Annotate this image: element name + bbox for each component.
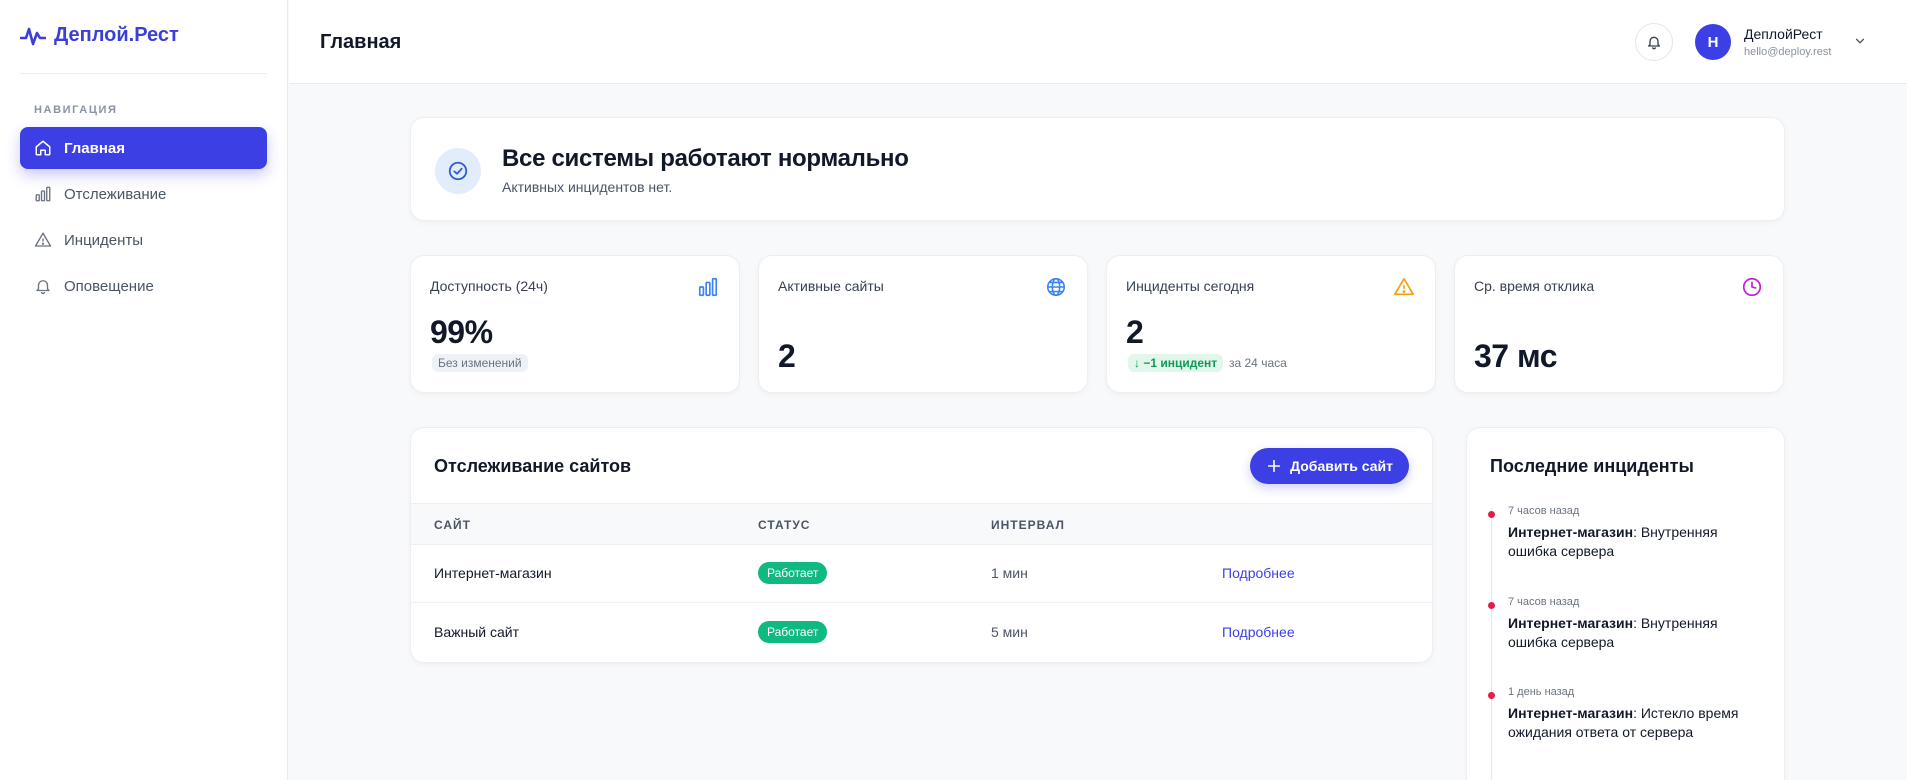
stat-period: за 24 часа (1229, 356, 1287, 370)
stat-delta: ↓ −1 инцидент (1128, 354, 1224, 372)
check-circle-icon (448, 161, 468, 181)
add-site-button[interactable]: Добавить сайт (1250, 448, 1409, 484)
status-banner: Все системы работают нормально Активных … (410, 117, 1785, 221)
interval-value: 5 мин (991, 624, 1028, 640)
status-badge: Работает (758, 562, 828, 584)
incident-dot (1488, 511, 1495, 518)
brand-name: Деплой.Рест (54, 24, 179, 46)
monitoring-card: Отслеживание сайтов Добавить сайт САЙТ С… (410, 427, 1433, 663)
stat-value: 99% (430, 314, 493, 350)
sidebar-item-label: Инциденты (64, 231, 144, 249)
interval-value: 1 мин (991, 565, 1028, 581)
warning-icon (34, 232, 52, 247)
warning-icon (1394, 277, 1414, 296)
monitoring-title: Отслеживание сайтов (434, 456, 632, 476)
add-site-label: Добавить сайт (1290, 458, 1393, 474)
bar-chart-icon (698, 277, 718, 297)
stat-value: 2 (1126, 314, 1144, 350)
incident-site: Интернет-магазин (1508, 705, 1634, 721)
nav-heading: НАВИГАЦИЯ (34, 104, 118, 116)
incidents-title: Последние инциденты (1490, 456, 1694, 476)
table-row[interactable]: Важный сайт Работает 5 мин Подробнее (411, 604, 1432, 662)
incident-text: Интернет-магазин: Истекло время ожидания… (1508, 705, 1739, 740)
sidebar: Деплой.Рест НАВИГАЦИЯ Главная Отслеживан… (0, 0, 288, 780)
recent-incidents-card: Последние инциденты 7 часов назад Интерн… (1466, 427, 1785, 780)
page-title: Главная (320, 31, 402, 53)
stat-label: Активные сайты (778, 278, 884, 294)
stat-label: Доступность (24ч) (430, 278, 548, 294)
user-email: hello@deploy.rest (1744, 46, 1832, 58)
stat-note: Без изменений (432, 354, 528, 372)
incident-dot (1488, 602, 1495, 609)
incident-time: 1 день назад (1508, 686, 1575, 698)
table-row[interactable]: Интернет-магазин Работает 1 мин Подробне… (411, 545, 1432, 603)
pulse-logo-icon (20, 27, 46, 45)
stat-value: 2 (778, 338, 796, 374)
chevron-down-icon[interactable] (1853, 34, 1867, 48)
sidebar-item-label: Отслеживание (64, 185, 167, 203)
incident-dot (1488, 692, 1495, 699)
stat-card-incidents-today: Инциденты сегодня 2 ↓ −1 инцидент за 24 … (1106, 255, 1436, 393)
sidebar-divider (20, 73, 267, 74)
incident-site: Интернет-магазин (1508, 615, 1634, 631)
stat-label: Ср. время отклика (1474, 278, 1595, 294)
incident-text: Интернет-магазин: Внутренняя ошибка серв… (1508, 615, 1718, 650)
plus-icon (1267, 459, 1281, 473)
user-name[interactable]: ДеплойРест (1744, 26, 1823, 42)
brand-logo[interactable]: Деплой.Рест (20, 24, 179, 47)
incident-time: 7 часов назад (1508, 596, 1580, 608)
topbar: Главная Н ДеплойРест hello@deploy.rest (289, 0, 1907, 84)
status-subtitle: Активных инцидентов нет. (502, 179, 673, 195)
details-link[interactable]: Подробнее (1222, 624, 1295, 640)
site-name: Интернет-магазин (434, 565, 552, 581)
bell-icon (36, 280, 50, 295)
incident-text: Интернет-магазин: Внутренняя ошибка серв… (1508, 524, 1718, 559)
avatar[interactable]: Н (1695, 24, 1731, 60)
home-icon (35, 140, 51, 156)
sidebar-item-incidents[interactable]: Инциденты (20, 219, 267, 261)
column-header-site[interactable]: САЙТ (434, 518, 471, 532)
sidebar-item-label: Оповещение (64, 277, 154, 295)
incident-time: 7 часов назад (1508, 505, 1580, 517)
sidebar-item-monitoring[interactable]: Отслеживание (20, 173, 267, 215)
incident-site: Интернет-магазин (1508, 524, 1634, 540)
status-badge: Работает (758, 621, 828, 643)
status-icon-wrap (435, 148, 481, 194)
site-name: Важный сайт (434, 624, 520, 640)
stat-value: 37 мс (1474, 338, 1558, 374)
sidebar-item-alerts[interactable]: Оповещение (20, 265, 267, 307)
sidebar-item-home[interactable]: Главная (20, 127, 267, 169)
table-header: САЙТ СТАТУС ИНТЕРВАЛ (411, 503, 1432, 545)
bell-icon (1648, 36, 1660, 50)
timeline-line (1491, 508, 1492, 780)
notifications-button[interactable] (1635, 23, 1673, 61)
column-header-interval[interactable]: ИНТЕРВАЛ (991, 518, 1065, 532)
stat-label: Инциденты сегодня (1126, 278, 1255, 294)
bar-chart-icon (35, 186, 51, 202)
details-link[interactable]: Подробнее (1222, 565, 1295, 581)
globe-icon (1046, 277, 1066, 297)
clock-icon (1742, 277, 1762, 297)
stat-card-response-time: Ср. время отклика 37 мс (1454, 255, 1784, 393)
stat-card-uptime: Доступность (24ч) 99% Без изменений (410, 255, 740, 393)
column-header-status[interactable]: СТАТУС (758, 518, 810, 532)
stat-card-active-sites: Активные сайты 2 (758, 255, 1088, 393)
sidebar-item-label: Главная (64, 139, 126, 157)
status-title: Все системы работают нормально (502, 145, 909, 172)
